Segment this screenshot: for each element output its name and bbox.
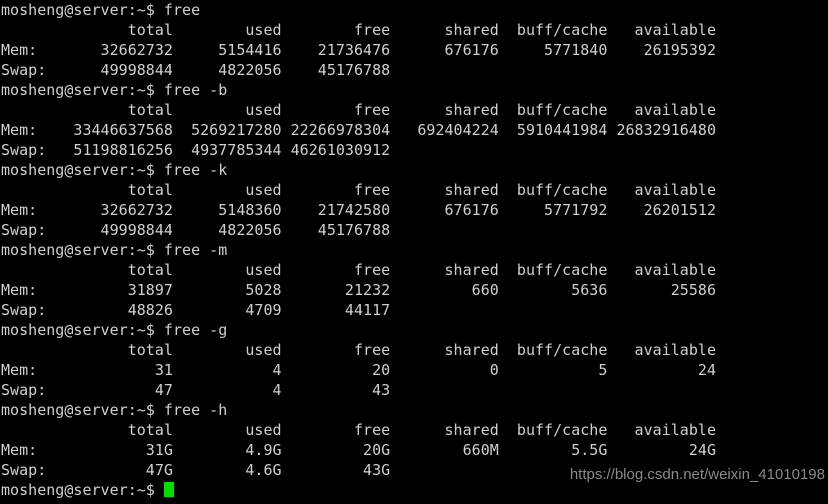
swap-row-free-m: Swap: 48826 4709 44117 (1, 301, 391, 319)
header-row-free-g: total used free shared buff/cache availa… (1, 341, 717, 359)
header-row-free-m: total used free shared buff/cache availa… (1, 261, 717, 279)
text-cursor (163, 482, 174, 497)
command-line-free-h: mosheng@server:~$ free -h (1, 401, 228, 419)
swap-row-free-g: Swap: 47 4 43 (1, 381, 391, 399)
watermark-url: https://blog.csdn.net/weixin_41010198 (569, 466, 825, 483)
command-line-free-b: mosheng@server:~$ free -b (1, 81, 228, 99)
mem-row-free: Mem: 32662732 5154416 21736476 676176 57… (1, 41, 717, 59)
mem-row-free-h: Mem: 31G 4.9G 20G 660M 5.5G 24G (1, 441, 717, 459)
header-row-free-k: total used free shared buff/cache availa… (1, 181, 717, 199)
terminal-screen[interactable]: mosheng@server:~$ free total used free s… (1, 0, 827, 500)
mem-row-free-b: Mem: 33446637568 5269217280 22266978304 … (1, 121, 717, 139)
prompt-text: mosheng@server:~$ (1, 481, 164, 499)
swap-row-free-k: Swap: 49998844 4822056 45176788 (1, 221, 391, 239)
header-row-free-b: total used free shared buff/cache availa… (1, 101, 717, 119)
command-line-free: mosheng@server:~$ free (1, 1, 201, 19)
swap-row-free: Swap: 49998844 4822056 45176788 (1, 61, 391, 79)
command-line-free-k: mosheng@server:~$ free -k (1, 161, 228, 179)
header-row-free-h: total used free shared buff/cache availa… (1, 421, 717, 439)
mem-row-free-k: Mem: 32662732 5148360 21742580 676176 57… (1, 201, 717, 219)
swap-row-free-b: Swap: 51198816256 4937785344 46261030912 (1, 141, 391, 159)
mem-row-free-m: Mem: 31897 5028 21232 660 5636 25586 (1, 281, 717, 299)
command-line-free-g: mosheng@server:~$ free -g (1, 321, 228, 339)
command-line-free-m: mosheng@server:~$ free -m (1, 241, 228, 259)
terminal-window[interactable]: mosheng@server:~$ free total used free s… (0, 0, 828, 504)
header-row-free: total used free shared buff/cache availa… (1, 21, 717, 39)
mem-row-free-g: Mem: 31 4 20 0 5 24 (1, 361, 717, 379)
